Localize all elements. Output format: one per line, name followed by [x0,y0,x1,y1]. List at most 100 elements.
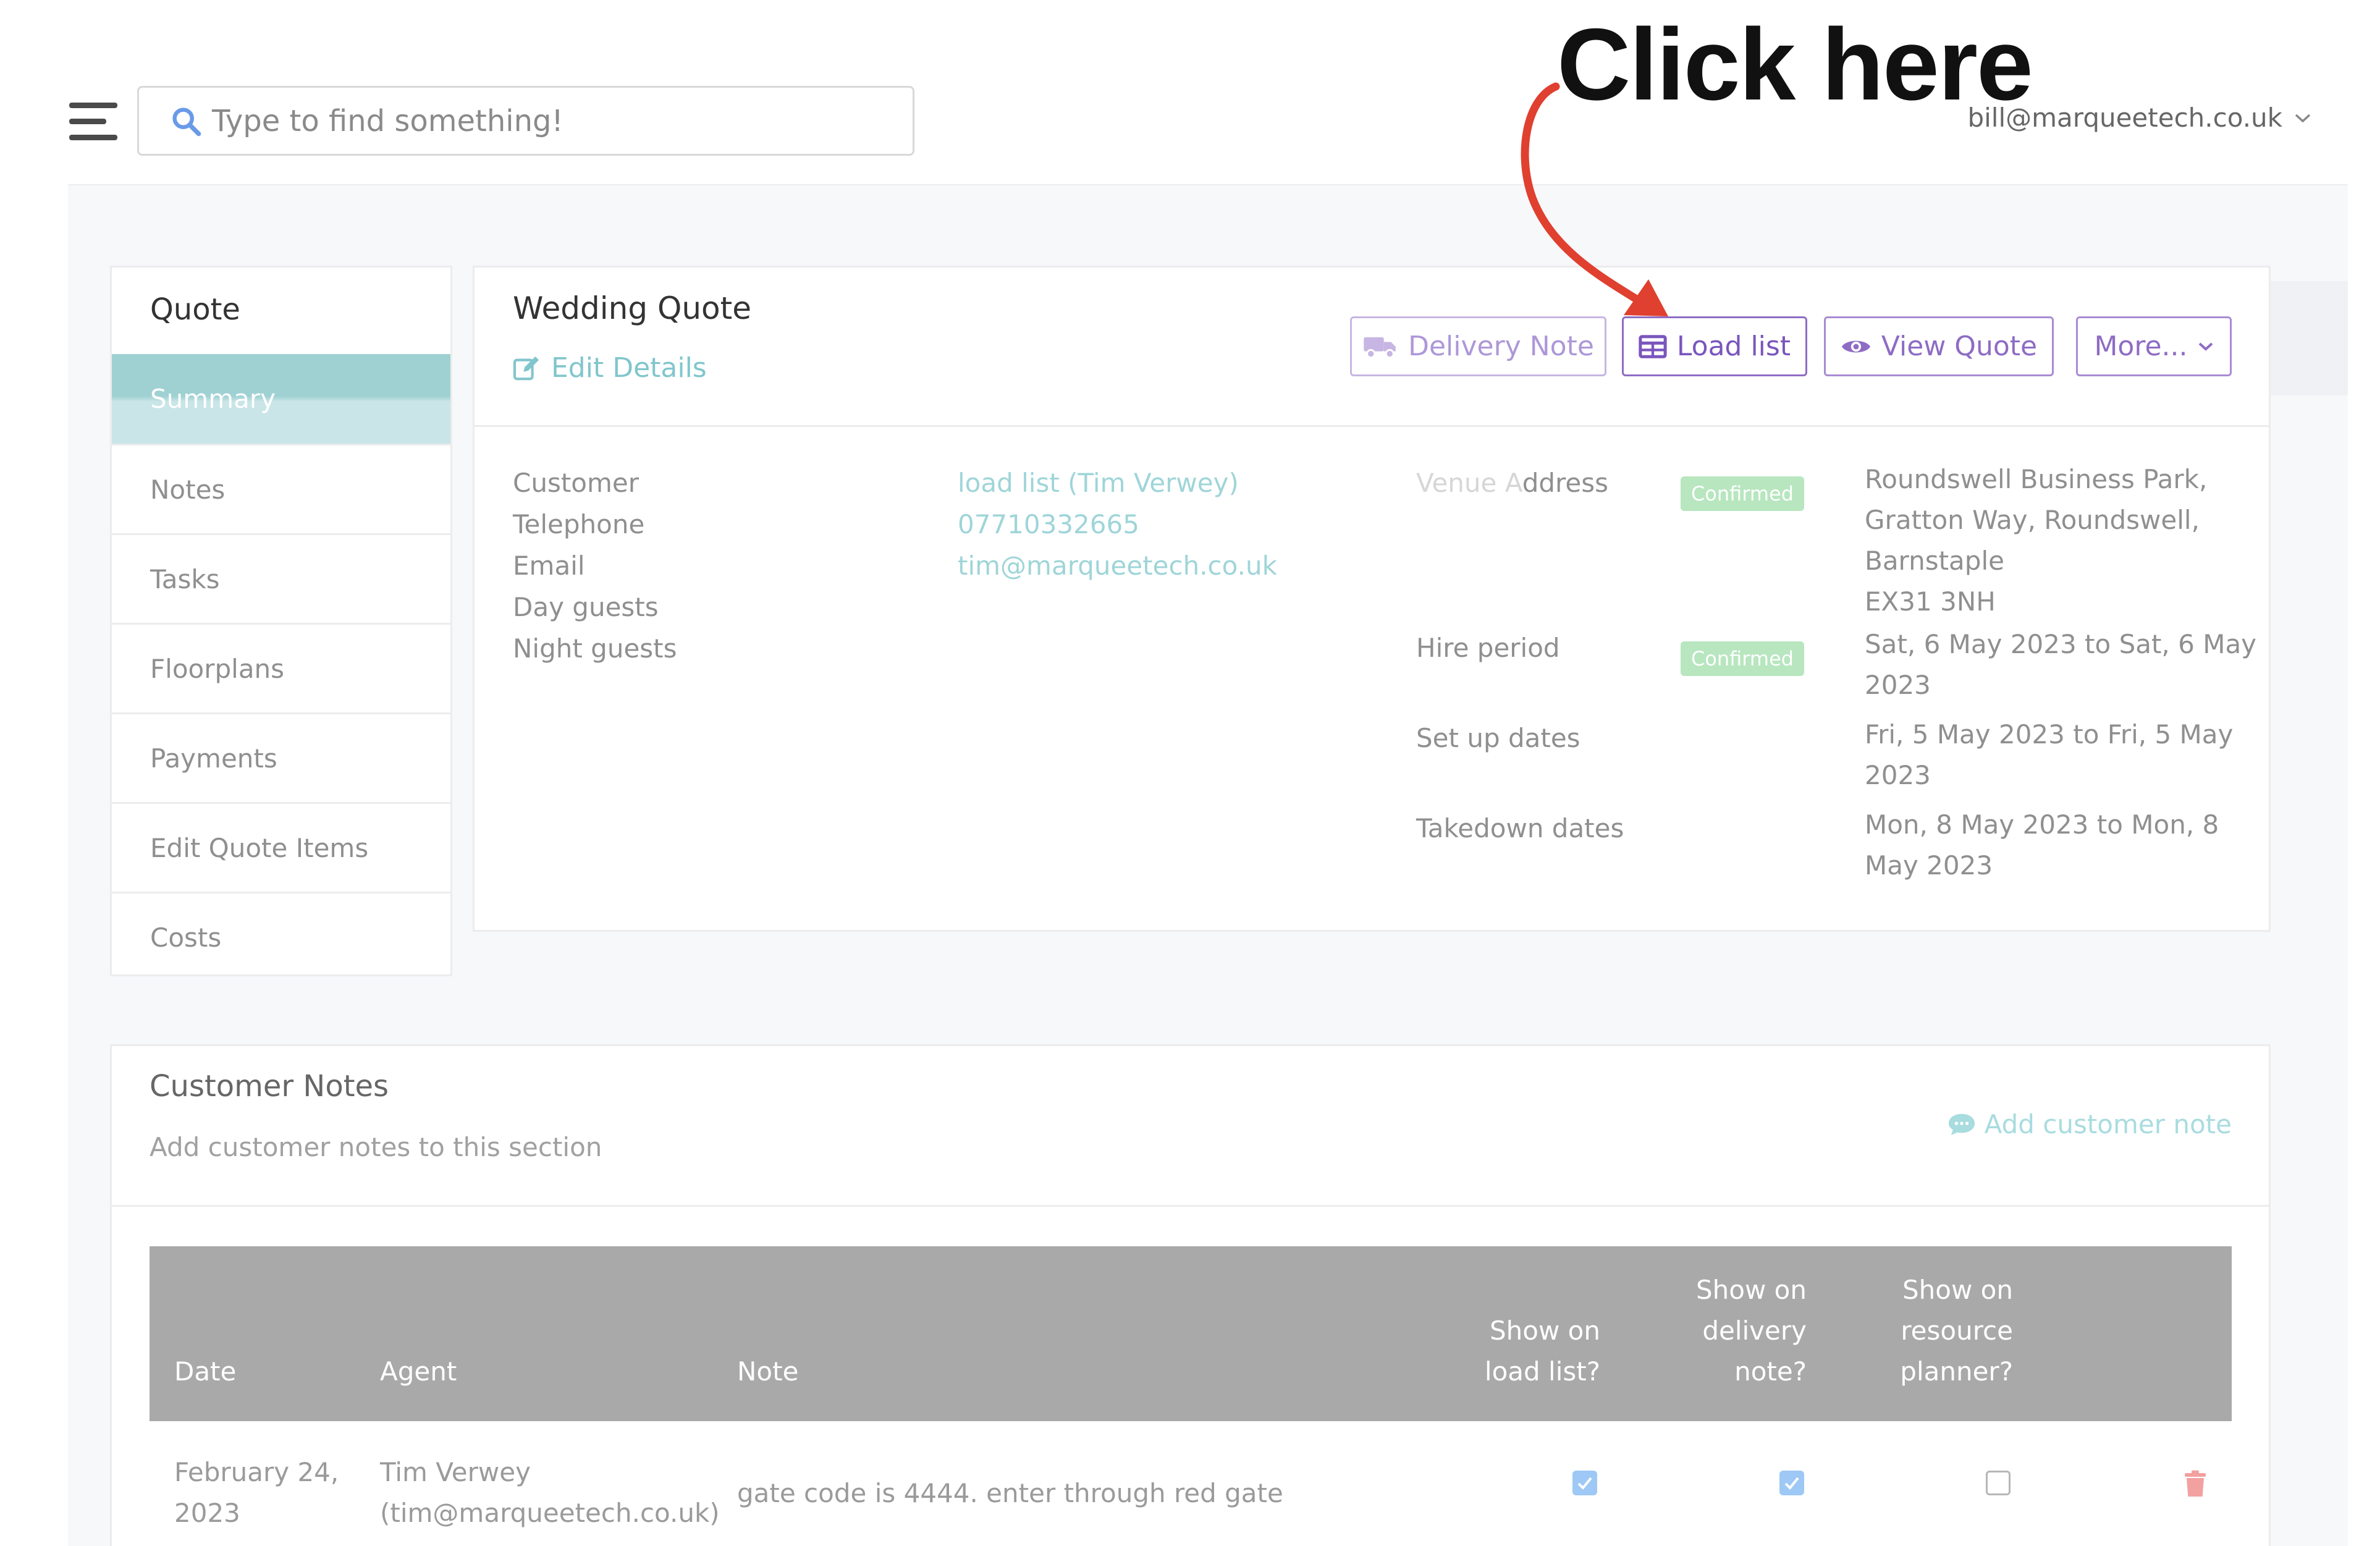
email-label: Email [513,551,585,581]
email-link[interactable]: tim@marqueetech.co.uk [958,551,1277,581]
set-up-dates-label: Set up dates [1416,723,1580,753]
show-on-resource-planner-checkbox[interactable] [1986,1471,2011,1495]
date-line: 2023 [174,1498,240,1528]
note-row-text: gate code is 4444. enter through red gat… [737,1478,1283,1508]
header-line: Show on [1696,1275,1807,1305]
view-quote-label: View Quote [1881,331,2038,362]
note-row-date: February 24, 2023 [174,1452,339,1534]
edit-details-link[interactable]: Edit Details [513,352,707,384]
quote-title: Wedding Quote [513,290,751,326]
header-line: planner? [1900,1356,2013,1387]
sidebar-item-tasks[interactable]: Tasks [112,533,450,623]
sidebar-item-label: Floorplans [150,653,285,684]
view-quote-button[interactable]: View Quote [1824,316,2054,376]
venue-address-label: Venue Address [1416,468,1608,498]
edit-icon [513,356,539,380]
header-line: delivery [1702,1316,1807,1346]
delete-note-button[interactable] [2184,1469,2207,1500]
more-label: More... [2094,331,2188,362]
venue-address-label-faded: Venue A [1416,468,1522,498]
annotation-arrow-icon [1521,82,1668,316]
sidebar-item-label: Notes [150,474,226,505]
sidebar-item-notes[interactable]: Notes [112,444,450,533]
takedown-dates-label: Takedown dates [1416,813,1624,843]
sidebar-item-label: Summary [150,384,276,414]
search-icon [172,107,201,136]
load-list-label: Load list [1676,331,1791,362]
quote-sidebar: Quote Summary Notes Tasks Floorplans Pay… [110,266,452,976]
delivery-note-label: Delivery Note [1408,331,1594,362]
truck-icon [1364,337,1396,358]
column-header-show-on-resource-planner: Show on resource planner? [1847,1270,2013,1392]
column-header-date: Date [174,1356,237,1387]
venue-address-label-rest: ddress [1522,468,1609,498]
show-on-delivery-note-checkbox[interactable] [1779,1471,1804,1495]
venue-status-badge: Confirmed [1681,476,1804,511]
check-icon [1784,1477,1799,1490]
check-icon [1577,1477,1592,1490]
add-customer-note-label: Add customer note [1984,1109,2232,1139]
more-dropdown-button[interactable]: More... [2076,316,2232,376]
comment-icon [1948,1113,1975,1135]
setup-line: Fri, 5 May 2023 to Fri, 5 May [1865,719,2234,750]
column-header-agent: Agent [380,1356,457,1387]
edit-details-label: Edit Details [551,352,707,384]
sidebar-item-label: Tasks [150,564,220,594]
customer-label: Customer [513,468,639,498]
column-header-show-on-load-list: Show on load list? [1440,1311,1600,1392]
sidebar-item-label: Costs [150,922,222,953]
venue-address-value: Roundswell Business Park, Gratton Way, R… [1865,459,2207,622]
eye-icon [1841,340,1870,352]
day-guests-label: Day guests [513,592,659,622]
chevron-down-icon [2198,342,2213,351]
sidebar-item-floorplans[interactable]: Floorplans [112,623,450,712]
sidebar-item-costs[interactable]: Costs [112,892,450,981]
telephone-label: Telephone [513,509,645,539]
takedown-line: Mon, 8 May 2023 to Mon, 8 [1865,809,2219,840]
venue-line: Gratton Way, Roundswell, [1865,505,2200,535]
show-on-load-list-checkbox[interactable] [1572,1471,1597,1495]
sidebar-item-edit-quote-items[interactable]: Edit Quote Items [112,802,450,892]
header-line: Show on [1902,1275,2013,1305]
date-line: February 24, [174,1457,339,1487]
trash-icon [2185,1470,2206,1497]
hire-period-label: Hire period [1416,633,1560,663]
note-row-agent: Tim Verwey (tim@marqueetech.co.uk) [380,1452,720,1534]
agent-line: (tim@marqueetech.co.uk) [380,1498,720,1528]
venue-line: EX31 3NH [1865,586,1996,617]
sidebar-item-label: Edit Quote Items [150,832,369,863]
column-header-note: Note [737,1356,799,1387]
header-line: note? [1734,1356,1807,1387]
header-line: load list? [1484,1356,1600,1387]
agent-line: Tim Verwey [380,1457,531,1487]
sidebar-item-summary[interactable]: Summary [112,354,450,444]
header-line: Show on [1490,1316,1600,1346]
night-guests-label: Night guests [513,633,677,664]
chevron-down-icon [2295,114,2311,122]
menu-toggle-icon[interactable] [69,103,117,141]
notes-divider [112,1205,2269,1207]
customer-notes-subtitle: Add customer notes to this section [150,1132,602,1162]
customer-notes-title: Customer Notes [150,1069,389,1104]
takedown-dates-value: Mon, 8 May 2023 to Mon, 8 May 2023 [1865,805,2219,886]
telephone-link[interactable]: 07710332665 [958,509,1139,539]
add-customer-note-link[interactable]: Add customer note [1947,1109,2232,1139]
set-up-dates-value: Fri, 5 May 2023 to Fri, 5 May 2023 [1865,714,2233,796]
card-divider [475,425,2269,427]
setup-line: 2023 [1865,760,1931,790]
header-line: resource [1901,1316,2013,1346]
hire-line: 2023 [1865,670,1931,700]
column-header-show-on-delivery-note: Show on delivery note? [1644,1270,1807,1392]
customer-link[interactable]: load list (Tim Verwey) [958,468,1239,498]
hire-status-badge: Confirmed [1681,641,1804,676]
sidebar-item-payments[interactable]: Payments [112,712,450,802]
sidebar-item-label: Payments [150,743,277,774]
search-input[interactable]: Type to find something! [137,86,914,156]
venue-line: Roundswell Business Park, [1865,464,2208,494]
right-panel-edge [2269,281,2348,395]
table-icon [1639,334,1667,358]
hire-line: Sat, 6 May 2023 to Sat, 6 May [1865,629,2257,659]
search-placeholder: Type to find something! [212,103,563,138]
takedown-line: May 2023 [1865,850,1993,881]
venue-line: Barnstaple [1865,546,2004,576]
